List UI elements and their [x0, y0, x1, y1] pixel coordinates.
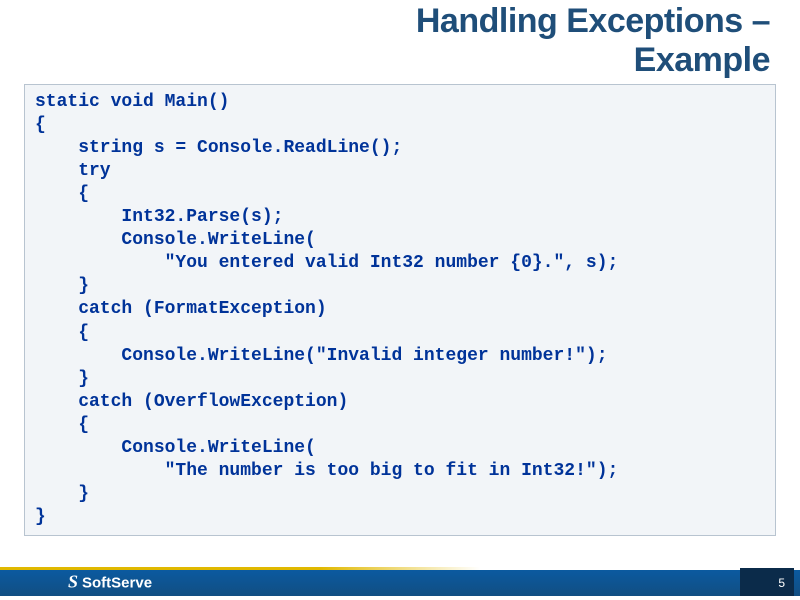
logo: S SoftServe — [68, 573, 152, 594]
title-line-2: Example — [634, 41, 770, 79]
code-block: static void Main() { string s = Console.… — [24, 84, 776, 536]
slide-title: Handling Exceptions – Example — [0, 0, 800, 80]
title-line-1: Handling Exceptions – — [416, 2, 770, 40]
footer: S SoftServe 5 — [0, 567, 800, 596]
page-number: 5 — [778, 576, 786, 590]
logo-text: SoftServe — [82, 575, 152, 592]
footer-bar: S SoftServe 5 — [0, 570, 800, 596]
logo-mark: S — [68, 572, 78, 593]
